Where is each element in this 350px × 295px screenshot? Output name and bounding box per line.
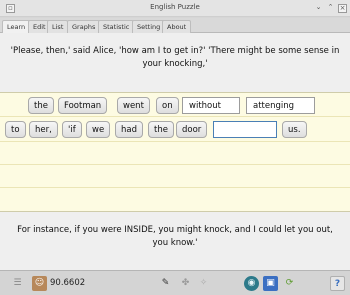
learn-panel: 'Please, then,' said Alice, 'how am I to… [0,33,350,270]
window-title: English Puzzle [150,3,200,11]
word-tile[interactable]: Footman [58,97,108,114]
ruled-line [0,164,350,165]
ruled-line [0,141,350,142]
answer-slot[interactable]: without [182,97,240,114]
tab-statistic[interactable]: Statistic [98,20,135,33]
word-tile[interactable]: 'if [62,121,82,138]
refresh-icon[interactable]: ◉ [244,276,259,291]
score-value: 90.6602 [50,278,86,288]
pen-icon[interactable]: ✎ [158,276,173,291]
puzzle-icon[interactable]: ✤ [178,276,193,291]
menu-icon[interactable]: ☰ [10,276,25,291]
minimize-icon[interactable]: ⌄ [314,4,323,13]
wand-icon[interactable]: ✧ [196,276,211,291]
word-tile[interactable]: had [115,121,143,138]
title-bar: ▫ English Puzzle ⌄ ⌃ × [0,0,350,17]
context-quote-top: 'Please, then,' said Alice, 'how am I to… [10,46,340,69]
help-icon[interactable]: ? [330,276,345,291]
answer-slot[interactable]: attenging [246,97,315,114]
tab-bar: Learn Edit List Graphs Statistic Setting… [0,18,350,34]
word-tile[interactable]: us. [282,121,307,138]
face-icon[interactable]: ☺ [32,276,47,291]
maximize-icon[interactable]: ⌃ [326,4,335,13]
close-icon[interactable]: × [338,4,347,13]
word-tile[interactable]: we [86,121,111,138]
word-tile[interactable]: door [176,121,208,138]
status-bar: ☰ ☺ 90.6602 ✎ ✤ ✧ ◉ ▣ ⟳ ? [0,270,350,295]
ruled-line [0,116,350,117]
word-tile[interactable]: the [28,97,54,114]
tab-graphs[interactable]: Graphs [67,20,101,33]
puzzle-workspace: the Footman went on without attenging to… [0,92,350,212]
tab-setting[interactable]: Setting [132,20,166,33]
word-tile[interactable]: went [117,97,150,114]
active-answer-input[interactable] [213,121,277,138]
word-tile[interactable]: her, [29,121,58,138]
tab-list[interactable]: List [47,20,69,33]
tab-learn[interactable]: Learn [2,20,31,34]
cycle-icon[interactable]: ⟳ [282,276,297,291]
image-icon[interactable]: ▣ [263,276,278,291]
word-tile[interactable]: the [148,121,174,138]
word-tile[interactable]: on [156,97,179,114]
context-quote-bottom: For instance, if you were INSIDE, you mi… [17,225,333,248]
ruled-line [0,187,350,188]
tab-about[interactable]: About [162,20,192,33]
word-tile[interactable]: to [5,121,26,138]
